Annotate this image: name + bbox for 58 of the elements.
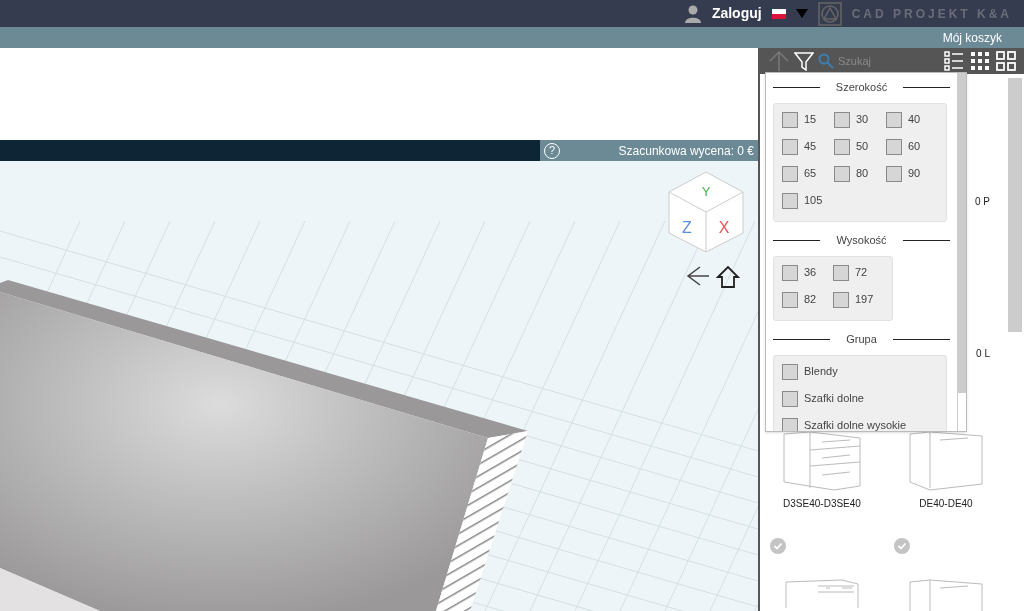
option-label: 80 <box>856 166 869 182</box>
product-label[interactable]: D3SE40-D3SE40 <box>783 496 861 511</box>
checkbox[interactable] <box>782 363 798 380</box>
option-label: Szafki dolne <box>804 391 864 407</box>
option-label: 197 <box>855 292 874 308</box>
checkbox[interactable] <box>782 192 798 209</box>
list-view-icon[interactable] <box>944 51 964 71</box>
option-label: 40 <box>908 112 921 128</box>
scrollbar-thumb[interactable] <box>1008 78 1022 332</box>
user-icon <box>683 4 702 23</box>
option-label: Blendy <box>804 364 838 380</box>
product-label: 0 L <box>976 347 990 361</box>
option-label: 50 <box>856 139 869 155</box>
filter-title: Wysokość <box>835 232 888 248</box>
option-label: 65 <box>804 166 817 182</box>
cart-link[interactable]: Mój koszyk <box>942 28 1002 47</box>
checkbox[interactable] <box>782 291 798 308</box>
back-arrow-icon[interactable] <box>686 265 710 287</box>
option-label: 30 <box>856 112 869 128</box>
logo-icon <box>817 1 842 26</box>
checkbox[interactable] <box>834 165 850 182</box>
option-label: 105 <box>804 193 823 209</box>
checkbox[interactable] <box>782 111 798 128</box>
option-label: 60 <box>908 139 921 155</box>
checkbox[interactable] <box>886 138 902 155</box>
login-link[interactable]: Zaloguj <box>711 3 762 24</box>
checkbox[interactable] <box>834 111 850 128</box>
checkbox[interactable] <box>782 264 798 281</box>
option-label: 82 <box>804 292 817 308</box>
option-label: 72 <box>855 265 868 281</box>
checkbox[interactable] <box>782 138 798 155</box>
estimate-text: Szacunkowa wycena: 0 € <box>618 142 754 160</box>
checkbox[interactable] <box>833 264 849 281</box>
option-label: 45 <box>804 139 817 155</box>
home-icon[interactable] <box>716 265 740 289</box>
option-label: 15 <box>804 112 817 128</box>
filter-title: Grupa <box>845 331 878 347</box>
flag-icon[interactable] <box>771 8 786 19</box>
checkbox[interactable] <box>833 291 849 308</box>
search-icon <box>818 53 834 69</box>
caret-icon[interactable] <box>795 9 808 18</box>
checkbox[interactable] <box>834 138 850 155</box>
option-label: 36 <box>804 265 817 281</box>
filter-title: Szerokość <box>834 79 889 95</box>
checkbox[interactable] <box>886 111 902 128</box>
product-label: 0 P <box>975 195 990 209</box>
dropdown-scrollbar-thumb[interactable] <box>958 73 966 393</box>
product-label[interactable]: DE40-DE40 <box>919 496 973 511</box>
option-label: Szafki dolne wysokie <box>804 418 907 431</box>
checkbox[interactable] <box>782 417 798 431</box>
small-grid-icon[interactable] <box>970 51 990 71</box>
checkbox[interactable] <box>782 390 798 407</box>
filter-icon[interactable] <box>794 51 814 71</box>
large-grid-icon[interactable] <box>996 51 1016 71</box>
checkbox[interactable] <box>886 165 902 182</box>
option-label: 90 <box>908 166 921 182</box>
checkbox[interactable] <box>782 165 798 182</box>
view-cube[interactable]: Y Z X <box>668 171 744 253</box>
